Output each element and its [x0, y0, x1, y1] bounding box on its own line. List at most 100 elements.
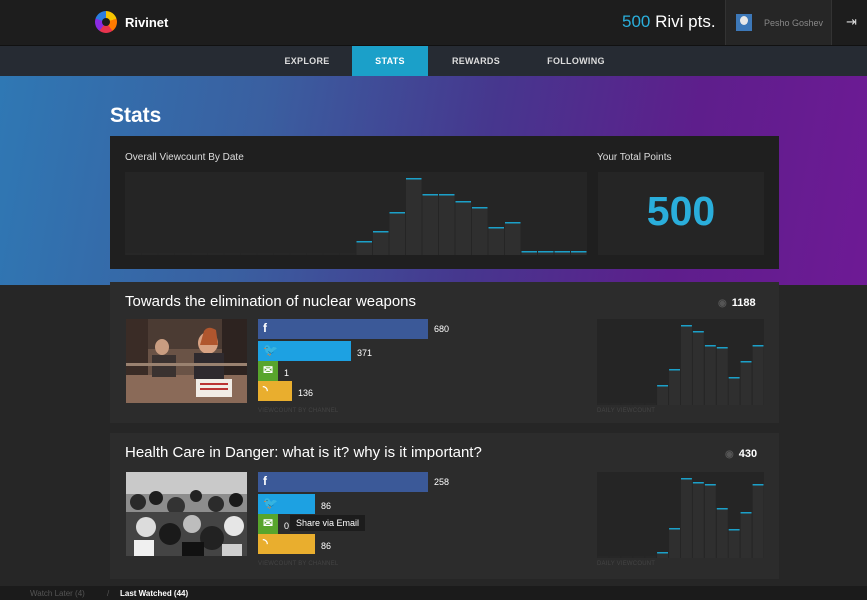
viewcount-bar	[241, 253, 257, 255]
thumbnail-image	[126, 472, 247, 556]
top-bar: Rivinet 500 Rivi pts. Pesho Goshev ⇥	[0, 0, 867, 46]
rss-value: 86	[321, 541, 332, 551]
viewcount-bar	[356, 241, 372, 255]
viewcount-bar	[472, 207, 488, 255]
facebook-icon: f	[263, 474, 267, 488]
viewcount-bar	[125, 253, 141, 255]
daily-viewcount-bar	[609, 556, 621, 558]
tab-stats[interactable]: STATS	[352, 46, 428, 76]
viewcount-bar	[340, 253, 356, 255]
tab-explore[interactable]: EXPLORE	[262, 46, 352, 76]
viewcount-level-line	[554, 251, 570, 253]
viewcount-level-line	[373, 231, 389, 233]
daily-viewcount-level-line	[692, 331, 704, 333]
daily-viewcount-bar	[752, 345, 764, 405]
points-display: 500 Rivi pts.	[622, 12, 716, 32]
rss-bar[interactable]: ◝	[258, 381, 292, 401]
daily-viewcount-level-line	[669, 369, 680, 371]
facebook-bar[interactable]: f	[258, 472, 428, 492]
daily-viewcount-bar	[645, 403, 657, 405]
daily-viewcount-bar	[621, 556, 633, 558]
daily-viewcount-bar	[740, 361, 752, 405]
brand[interactable]: Rivinet	[95, 11, 168, 33]
twitter-icon: 🐦	[263, 343, 278, 357]
daily-viewcount-level-line	[657, 385, 668, 387]
daily-viewcount-bar	[692, 331, 704, 405]
facebook-bar[interactable]: f	[258, 319, 428, 339]
eye-icon: ◉	[725, 449, 734, 460]
stats-overview-panel: Overall Viewcount By Date Your Total Poi…	[110, 136, 779, 269]
tab-following[interactable]: FOLLOWING	[524, 46, 628, 76]
tab-rewards[interactable]: REWARDS	[428, 46, 524, 76]
daily-viewcount-bar	[669, 528, 680, 558]
view-count: ◉ 1188	[718, 297, 756, 309]
viewcount-bar	[455, 201, 471, 255]
daily-viewcount-level-line	[716, 508, 728, 510]
daily-viewcount-bar	[704, 484, 716, 558]
points-label: Rivi pts.	[650, 12, 716, 31]
daily-viewcount-bar	[609, 403, 621, 405]
rss-icon: ◝	[263, 383, 268, 397]
viewcount-level-line	[521, 251, 537, 253]
email-icon: ✉	[263, 516, 274, 530]
watch-later-link[interactable]: Watch Later (4)	[30, 589, 85, 598]
viewcount-bar	[406, 178, 422, 255]
viewcount-bar	[257, 253, 273, 255]
user-menu[interactable]: Pesho Goshev	[725, 0, 832, 45]
video-thumbnail[interactable]	[126, 472, 247, 556]
twitter-bar[interactable]: 🐦	[258, 494, 315, 514]
daily-viewcount-bar	[716, 347, 728, 405]
daily-chart-caption: DAILY VIEWCOUNT	[597, 561, 656, 567]
twitter-value: 371	[357, 348, 373, 358]
rivinet-logo-icon	[95, 11, 117, 33]
daily-viewcount-level-line	[728, 529, 740, 531]
daily-viewcount-level-line	[716, 347, 728, 349]
email-bar[interactable]: ✉	[258, 361, 278, 381]
brand-name: Rivinet	[125, 14, 169, 30]
viewcount-bar	[505, 222, 521, 255]
rss-bar[interactable]: ◝	[258, 534, 315, 554]
video-card: Health Care in Danger: what is it? why i…	[110, 433, 779, 579]
channel-chart-caption: VIEWCOUNT BY CHANNEL	[258, 408, 339, 414]
viewcount-level-line	[538, 251, 554, 253]
viewcount-bar	[439, 194, 455, 255]
rss-icon: ◝	[263, 536, 268, 550]
viewcount-level-line	[488, 227, 504, 229]
rss-value: 136	[298, 388, 314, 398]
user-name: Pesho Goshev	[764, 18, 824, 28]
viewcount-bar	[373, 231, 389, 255]
footer-separator: /	[107, 589, 110, 598]
viewcount-bar	[323, 253, 339, 255]
viewcount-bar	[307, 253, 323, 255]
viewcount-level-line	[571, 251, 587, 253]
email-icon: ✉	[263, 363, 274, 377]
daily-viewcount-bar	[633, 403, 645, 405]
daily-viewcount-level-line	[692, 482, 704, 484]
viewcount-level-line	[356, 241, 372, 243]
video-title[interactable]: Towards the elimination of nuclear weapo…	[125, 293, 416, 310]
daily-viewcount-level-line	[657, 552, 668, 554]
viewcount-level-line	[439, 194, 455, 196]
view-count: ◉ 430	[725, 448, 757, 460]
daily-viewcount-level-line	[704, 484, 716, 486]
video-card: Towards the elimination of nuclear weapo…	[110, 282, 779, 423]
video-thumbnail[interactable]	[126, 319, 247, 403]
last-watched-link[interactable]: Last Watched (44)	[120, 589, 188, 598]
daily-viewcount-level-line	[728, 377, 740, 379]
email-value: 1	[284, 368, 290, 378]
viewcount-bar	[175, 253, 191, 255]
logout-icon[interactable]: ⇥	[846, 14, 857, 30]
twitter-bar[interactable]: 🐦	[258, 341, 351, 361]
daily-viewcount-bar	[752, 484, 764, 558]
facebook-icon: f	[263, 321, 267, 335]
twitter-icon: 🐦	[263, 496, 278, 510]
view-count-value: 430	[738, 448, 758, 460]
email-bar[interactable]: ✉	[258, 514, 278, 534]
viewcount-bar	[274, 253, 290, 255]
daily-viewcount-chart	[597, 472, 764, 558]
main-nav: EXPLORE STATS REWARDS FOLLOWING	[0, 46, 867, 76]
viewcount-bar	[142, 253, 158, 255]
viewcount-bar	[488, 227, 504, 255]
daily-viewcount-bar	[597, 403, 609, 405]
video-title[interactable]: Health Care in Danger: what is it? why i…	[125, 444, 482, 461]
